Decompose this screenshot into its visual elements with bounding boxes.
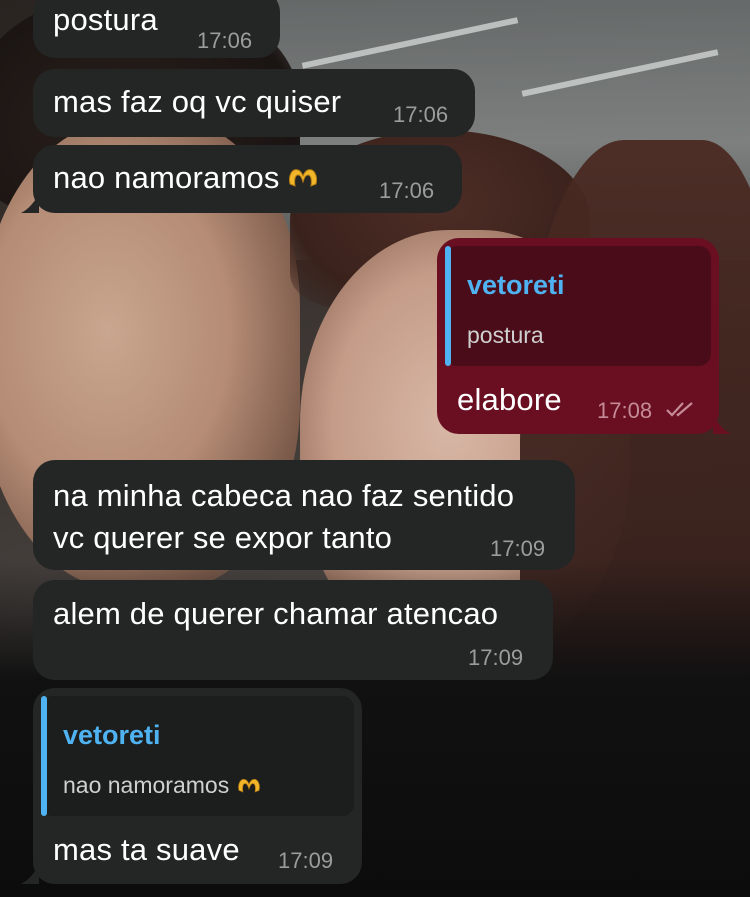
reply-quote[interactable]: vetoreti postura	[445, 246, 711, 366]
reply-author: vetoreti	[63, 720, 161, 750]
hand-heart-icon	[288, 169, 317, 187]
message-bubble[interactable]: vetoreti nao namoramos mas ta suave 17:0…	[21, 688, 362, 884]
quote-bar	[445, 246, 451, 366]
message-bubble[interactable]: alem de querer chamar atencao 17:09	[33, 580, 553, 680]
message-bubble[interactable]: na minha cabeca nao faz sentido vc quere…	[33, 460, 575, 570]
message-text: nao namoramos	[53, 160, 320, 196]
quote-bar	[41, 696, 47, 816]
message-bubble[interactable]: nao namoramos 17:06	[21, 145, 462, 213]
message-time: 17:06	[393, 102, 449, 127]
message-text: na minha cabeca nao faz sentido	[53, 478, 515, 513]
message-text: vc querer se expor tanto	[53, 520, 393, 555]
message-text: mas ta suave	[53, 832, 240, 867]
reply-quote[interactable]: vetoreti nao namoramos	[41, 696, 354, 816]
message-bubble[interactable]: postura 17:06	[33, 0, 280, 58]
reply-author: vetoreti	[467, 270, 565, 300]
message-text: alem de querer chamar atencao	[53, 596, 499, 631]
message-time: 17:09	[468, 645, 524, 670]
double-check-icon	[666, 402, 693, 417]
bubble-tail	[21, 866, 39, 884]
message-time: 17:06	[379, 178, 435, 203]
message-time: 17:06	[197, 28, 253, 53]
reply-text: nao namoramos	[63, 772, 263, 799]
message-time: 17:09	[490, 536, 546, 561]
message-bubble[interactable]: mas faz oq vc quiser 17:06	[33, 69, 475, 137]
message-bubble-outgoing[interactable]: vetoreti postura elabore 17:08	[437, 238, 731, 434]
reply-text: postura	[467, 322, 544, 348]
message-time: 17:08	[597, 398, 653, 423]
bubble-tail	[713, 416, 731, 434]
bubble-tail	[21, 195, 39, 213]
message-text: mas faz oq vc quiser	[53, 84, 342, 119]
hand-heart-icon	[238, 779, 260, 793]
message-text: elabore	[457, 382, 562, 417]
message-time: 17:09	[278, 848, 334, 873]
message-text: postura	[53, 2, 158, 37]
